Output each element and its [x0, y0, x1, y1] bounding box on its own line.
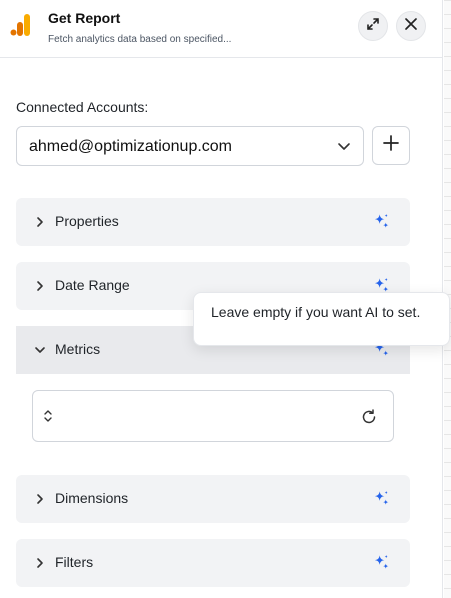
chevron-right-icon	[34, 279, 46, 297]
chevron-right-icon	[34, 556, 46, 574]
ai-sparkle-icon[interactable]	[373, 554, 390, 576]
expand-button[interactable]	[358, 11, 388, 41]
section-title: Properties	[55, 213, 119, 229]
ai-sparkle-icon[interactable]	[373, 490, 390, 512]
panel-subtitle: Fetch analytics data based on specified.…	[48, 34, 232, 45]
close-button[interactable]	[396, 11, 426, 41]
account-select-value: ahmed@optimizationup.com	[29, 138, 233, 155]
account-select[interactable]: ahmed@optimizationup.com	[16, 126, 364, 166]
chevron-down-icon	[34, 343, 46, 361]
connected-accounts-label: Connected Accounts:	[16, 99, 149, 115]
plus-icon	[383, 135, 399, 156]
metrics-select[interactable]	[32, 390, 394, 442]
ai-sparkle-icon[interactable]	[373, 213, 390, 235]
add-account-button[interactable]	[372, 126, 410, 165]
refresh-icon[interactable]	[361, 409, 377, 430]
chevron-down-icon	[337, 139, 351, 158]
expand-icon	[366, 17, 380, 36]
section-title: Metrics	[55, 341, 101, 357]
section-dimensions[interactable]: Dimensions	[16, 475, 410, 523]
section-properties[interactable]: Properties	[16, 198, 410, 246]
section-filters[interactable]: Filters	[16, 539, 410, 587]
chevron-up-down-icon	[43, 409, 53, 428]
ai-tooltip: Leave empty if you want AI to set.	[193, 292, 450, 346]
panel-header: Get Report Fetch analytics data based on…	[0, 0, 442, 58]
panel-title: Get Report	[48, 10, 121, 26]
close-icon	[404, 17, 418, 36]
section-title: Dimensions	[55, 490, 129, 506]
chevron-right-icon	[34, 492, 46, 510]
section-title: Filters	[55, 554, 94, 570]
chevron-right-icon	[34, 215, 46, 233]
tooltip-text: Leave empty if you want AI to set.	[211, 304, 421, 320]
section-title: Date Range	[55, 277, 130, 293]
google-analytics-logo-icon	[10, 12, 32, 38]
